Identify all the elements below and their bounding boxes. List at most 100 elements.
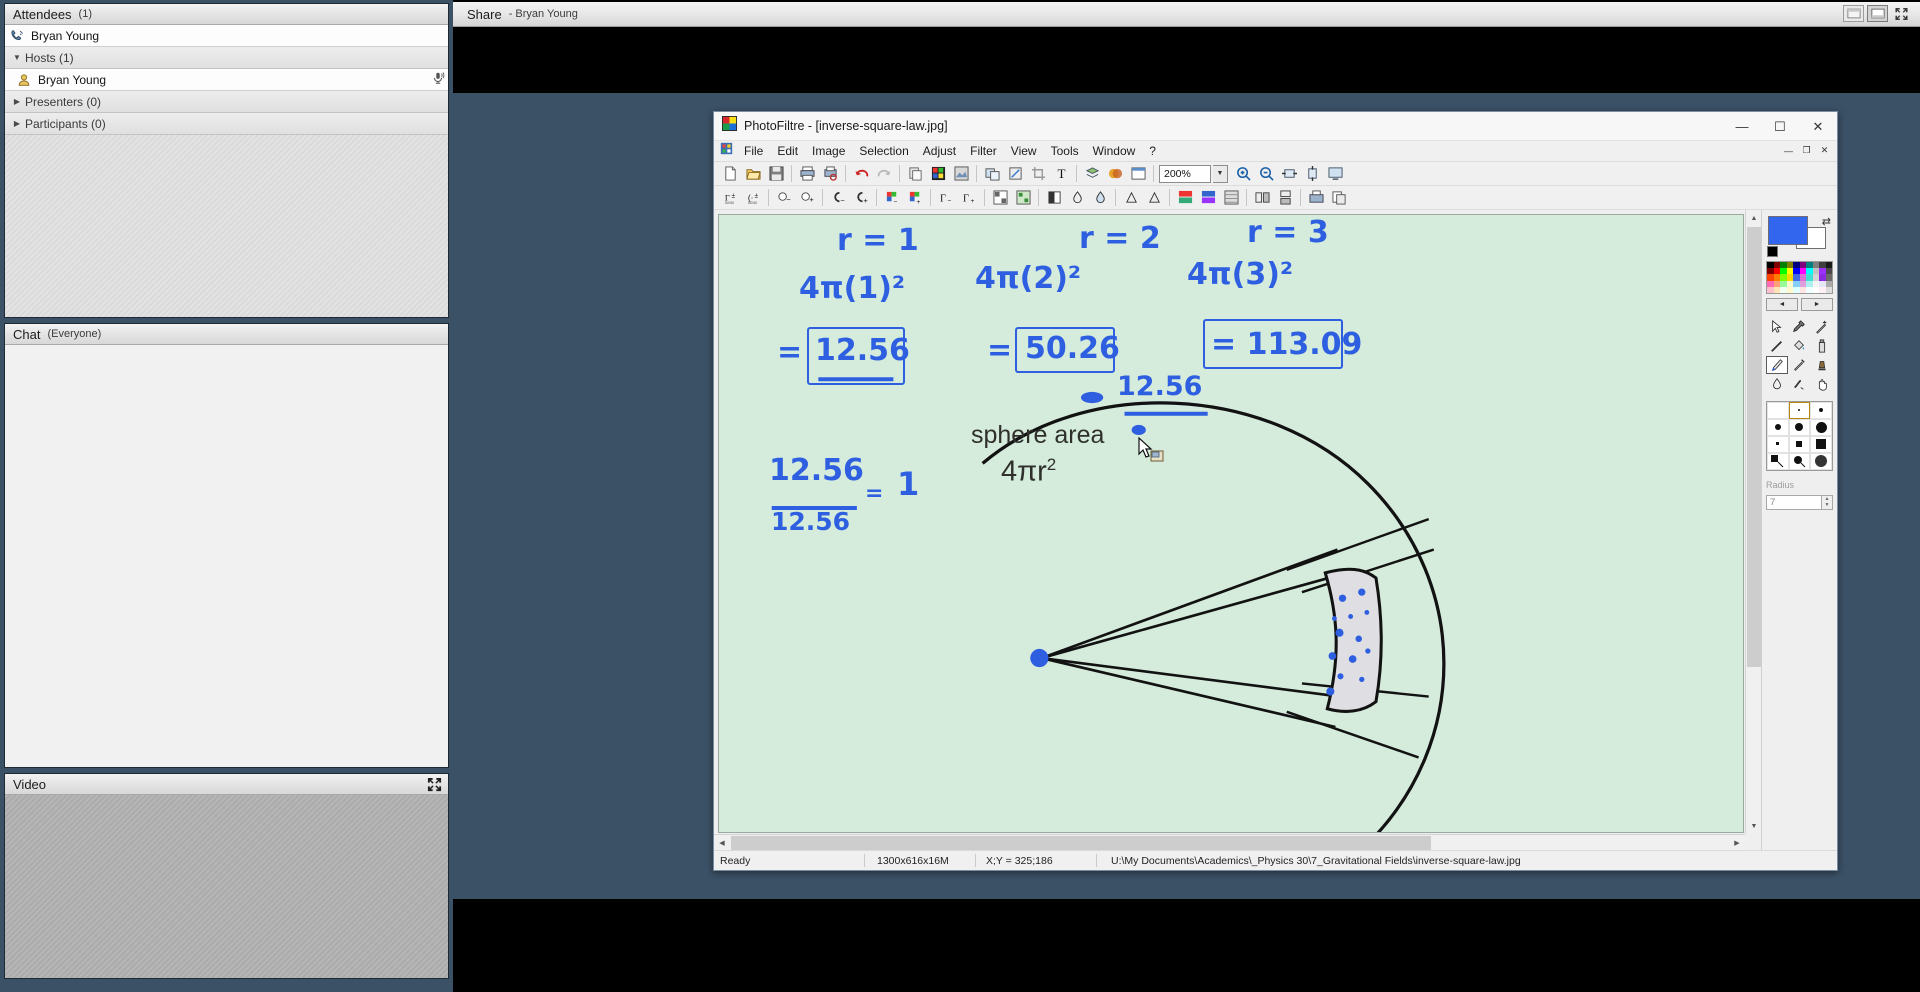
mdi-close-button[interactable]: ✕	[1816, 143, 1833, 158]
menu-adjust[interactable]: Adjust	[916, 142, 963, 160]
magic-wand-icon[interactable]	[1811, 318, 1833, 336]
zoom-level-input[interactable]: 200%	[1159, 164, 1211, 183]
fit-width-icon[interactable]	[1278, 163, 1300, 184]
maximize-button[interactable]: ☐	[1761, 112, 1799, 141]
photofiltre-titlebar[interactable]: PhotoFiltre - [inverse-square-law.jpg] —…	[714, 112, 1837, 141]
selection-arrow-icon[interactable]	[1766, 318, 1788, 336]
clone-stamp-icon[interactable]	[1789, 356, 1811, 374]
fit-screen-icon[interactable]	[1324, 163, 1346, 184]
chat-message-area[interactable]	[5, 345, 448, 767]
gradient-icon[interactable]	[1174, 187, 1196, 208]
line-tool-icon[interactable]	[1766, 337, 1788, 355]
layers-icon[interactable]	[1081, 163, 1103, 184]
palette-next-button[interactable]: ►	[1801, 297, 1833, 311]
brush-size-1[interactable]	[1767, 401, 1789, 419]
attendee-row-host-bryan[interactable]: Bryan Young	[5, 69, 448, 91]
hue-minus-icon[interactable]: Γ −	[935, 187, 957, 208]
batch-icon[interactable]	[1328, 187, 1350, 208]
menu-tools[interactable]: Tools	[1044, 142, 1086, 160]
hand-pan-icon[interactable]	[1811, 375, 1833, 393]
brush-square-2[interactable]	[1788, 435, 1811, 453]
text-tool-icon[interactable]: T	[1050, 163, 1072, 184]
group-row-hosts[interactable]: ▼ Hosts (1)	[5, 47, 448, 69]
paintbrush-icon[interactable]	[1766, 355, 1788, 374]
zoom-out-icon[interactable]	[1255, 163, 1277, 184]
new-document-icon[interactable]	[719, 163, 741, 184]
foreground-color-swatch[interactable]	[1768, 216, 1808, 245]
palette-prev-button[interactable]: ◄	[1766, 297, 1798, 311]
menu-selection[interactable]: Selection	[852, 142, 915, 160]
transform-icon[interactable]	[1004, 163, 1026, 184]
menu-edit[interactable]: Edit	[770, 142, 805, 160]
texture-icon[interactable]	[1220, 187, 1242, 208]
brush-square-1[interactable]	[1767, 435, 1789, 453]
palette-icon[interactable]	[927, 163, 949, 184]
copy-icon[interactable]	[904, 163, 926, 184]
gamma-plus-icon[interactable]: +	[850, 187, 872, 208]
dither-icon[interactable]	[989, 187, 1011, 208]
blur-drop-icon[interactable]	[1766, 375, 1788, 393]
mdi-restore-button[interactable]: ❐	[1798, 143, 1815, 158]
brush-size-5[interactable]	[1788, 418, 1811, 436]
radius-input[interactable]: 7	[1766, 494, 1822, 510]
brush-size-4[interactable]	[1767, 418, 1789, 436]
sharpen-icon[interactable]	[1089, 187, 1111, 208]
zoom-dropdown-chevron-down-icon[interactable]: ▼	[1213, 164, 1228, 183]
menu-help[interactable]: ?	[1142, 142, 1163, 160]
menu-file[interactable]: File	[737, 142, 770, 160]
open-file-icon[interactable]	[742, 163, 764, 184]
layout-wide-button[interactable]	[1867, 5, 1888, 22]
canvas-vertical-scrollbar[interactable]: ▲ ▼	[1745, 210, 1761, 834]
saturation-minus-icon[interactable]: −	[881, 187, 903, 208]
brush-size-2[interactable]	[1788, 401, 1811, 419]
microphone-icon[interactable]	[431, 71, 445, 88]
layout-standard-button[interactable]	[1843, 5, 1864, 22]
smudge-icon[interactable]	[1789, 375, 1811, 393]
chevron-down-icon[interactable]: ▼	[11, 53, 23, 62]
brightness-minus-icon[interactable]: Γ ±50/50	[719, 187, 741, 208]
color-adjust-icon[interactable]	[1104, 163, 1126, 184]
brush-size-6[interactable]	[1810, 418, 1832, 436]
brush-calligraphy-1[interactable]	[1767, 452, 1789, 470]
halftone-icon[interactable]	[1012, 187, 1034, 208]
menu-image[interactable]: Image	[805, 142, 852, 160]
brush-soft-round[interactable]	[1810, 452, 1832, 470]
print-icon[interactable]	[796, 163, 818, 184]
mdi-minimize-button[interactable]: —	[1780, 143, 1797, 158]
image-effects-icon[interactable]	[950, 163, 972, 184]
radius-stepper[interactable]: ▲ ▼	[1822, 494, 1833, 510]
vertical-scroll-thumb[interactable]	[1747, 227, 1761, 667]
mask-icon[interactable]	[1197, 187, 1219, 208]
default-colors-icon[interactable]	[1767, 246, 1778, 257]
scroll-up-arrow-icon[interactable]: ▲	[1746, 210, 1761, 226]
menu-view[interactable]: View	[1004, 142, 1044, 160]
chevron-right-icon[interactable]: ▶	[11, 97, 23, 106]
contrast-minus-icon[interactable]: −	[773, 187, 795, 208]
despeckle-icon[interactable]	[1143, 187, 1165, 208]
brush-square-3[interactable]	[1810, 435, 1832, 453]
scroll-left-arrow-icon[interactable]: ◀	[714, 835, 730, 850]
brightness-plus-icon[interactable]: (· ±50/50	[742, 187, 764, 208]
scroll-down-arrow-icon[interactable]: ▼	[1746, 818, 1761, 834]
canvas-horizontal-scrollbar[interactable]: ◀ ▶	[714, 834, 1745, 850]
scroll-right-arrow-icon[interactable]: ▶	[1729, 835, 1745, 850]
gamma-minus-icon[interactable]: −	[827, 187, 849, 208]
duplicate-icon[interactable]	[981, 163, 1003, 184]
undo-icon[interactable]	[850, 163, 872, 184]
group-row-presenters[interactable]: ▶ Presenters (0)	[5, 91, 448, 113]
flip-vertical-icon[interactable]	[1274, 187, 1296, 208]
minimize-button[interactable]: —	[1723, 112, 1761, 141]
contrast-plus-icon[interactable]: +	[796, 187, 818, 208]
crop-icon[interactable]	[1027, 163, 1049, 184]
palette-swatch[interactable]	[1825, 286, 1832, 293]
brush-size-3[interactable]	[1810, 401, 1832, 419]
chevron-right-icon[interactable]: ▶	[11, 119, 23, 128]
zoom-in-icon[interactable]	[1232, 163, 1254, 184]
saturation-plus-icon[interactable]: +	[904, 187, 926, 208]
blur-icon[interactable]	[1066, 187, 1088, 208]
share-fullscreen-button[interactable]	[1891, 5, 1912, 22]
paint-bucket-icon[interactable]	[1789, 337, 1811, 355]
color-palette[interactable]	[1766, 261, 1833, 294]
fit-height-icon[interactable]	[1301, 163, 1323, 184]
slideshow-icon[interactable]	[1127, 163, 1149, 184]
